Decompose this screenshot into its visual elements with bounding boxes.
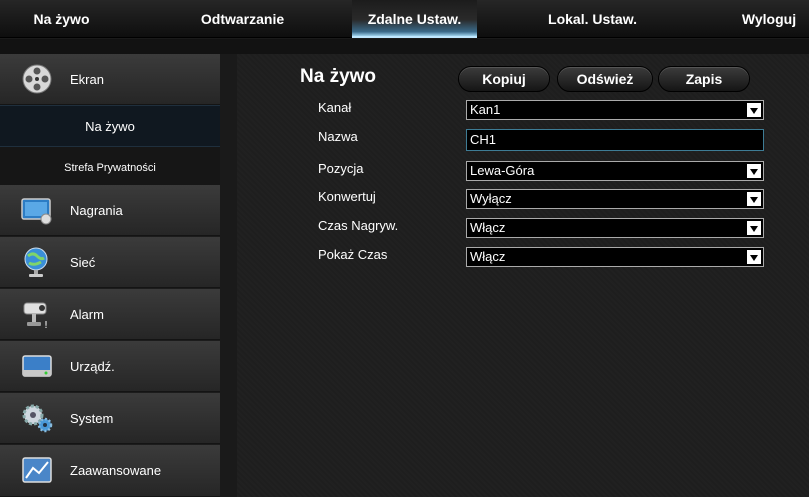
tab-live[interactable]: Na żywo [14, 0, 109, 38]
name-input[interactable]: CH1 [466, 129, 764, 151]
convert-value: Wyłącz [470, 191, 512, 206]
record-time-select[interactable]: Włącz [466, 218, 764, 238]
tab-local-settings[interactable]: Lokal. Ustaw. [535, 0, 650, 38]
chevron-down-icon[interactable] [746, 163, 762, 179]
convert-select[interactable]: Wyłącz [466, 189, 764, 209]
name-value: CH1 [470, 132, 497, 147]
save-button[interactable]: Zapis [658, 66, 750, 92]
sidebar-item-label: Strefa Prywatności [64, 162, 156, 174]
sidebar-item-system[interactable]: System [0, 393, 220, 444]
sidebar-item-label: Sieć [70, 255, 96, 270]
record-time-value: Włącz [470, 220, 506, 235]
sidebar-item-label: Na żywo [85, 119, 135, 134]
position-value: Lewa-Góra [470, 163, 535, 178]
sidebar-item-label: Ekran [70, 72, 104, 87]
sidebar-item-display[interactable]: Ekran [0, 54, 220, 105]
page-title: Na żywo [300, 66, 377, 87]
tab-logout[interactable]: Wyloguj [732, 0, 806, 38]
chevron-down-icon[interactable] [746, 102, 762, 118]
chevron-down-icon[interactable] [746, 191, 762, 207]
position-select[interactable]: Lewa-Góra [466, 161, 764, 181]
sidebar-item-label: Nagrania [70, 203, 123, 218]
top-nav-bar: Na żywo Odtwarzanie Zdalne Ustaw. Lokal.… [0, 0, 809, 38]
show-time-value: Włącz [470, 249, 506, 264]
hard-drive-icon [20, 350, 54, 382]
sidebar-item-label: Urządź. [70, 359, 115, 374]
tab-playback[interactable]: Odtwarzanie [185, 0, 300, 38]
sidebar-item-recordings[interactable]: Nagrania [0, 185, 220, 236]
chart-icon [20, 454, 54, 486]
camera-icon: ! [20, 298, 54, 331]
gears-icon [20, 402, 54, 434]
sidebar-item-alarm[interactable]: ! Alarm [0, 289, 220, 340]
svg-text:!: ! [44, 320, 48, 330]
record-time-label: Czas Nagryw. [318, 218, 399, 233]
chevron-down-icon[interactable] [746, 220, 762, 236]
sidebar: Ekran Na żywo Strefa Prywatności Nagrani… [0, 54, 220, 497]
sidebar-item-label: Alarm [70, 307, 104, 322]
monitor-icon [20, 194, 54, 226]
channel-value: Kan1 [470, 102, 501, 117]
copy-button[interactable]: Kopiuj [458, 66, 550, 92]
channel-label: Kanał [318, 100, 352, 115]
film-reel-icon [20, 63, 54, 95]
sidebar-item-label: Zaawansowane [70, 463, 162, 478]
tab-remote-settings[interactable]: Zdalne Ustaw. [352, 0, 477, 38]
settings-panel [237, 54, 809, 497]
position-label: Pozycja [318, 161, 364, 176]
sidebar-item-advanced[interactable]: Zaawansowane [0, 445, 220, 497]
show-time-select[interactable]: Włącz [466, 247, 764, 267]
sidebar-subitem-live[interactable]: Na żywo [0, 105, 220, 147]
refresh-button[interactable]: Odśwież [557, 66, 653, 92]
sidebar-subitem-privacy-zone[interactable]: Strefa Prywatności [0, 147, 220, 190]
name-label: Nazwa [318, 129, 358, 144]
chevron-down-icon[interactable] [746, 249, 762, 265]
sidebar-item-network[interactable]: Sieć [0, 237, 220, 288]
channel-select[interactable]: Kan1 [466, 100, 764, 120]
globe-icon [20, 246, 54, 278]
sidebar-item-device[interactable]: Urządź. [0, 341, 220, 392]
sidebar-item-label: System [70, 411, 114, 426]
convert-label: Konwertuj [318, 189, 376, 204]
nav-divider [0, 39, 809, 54]
show-time-label: Pokaż Czas [318, 247, 388, 262]
